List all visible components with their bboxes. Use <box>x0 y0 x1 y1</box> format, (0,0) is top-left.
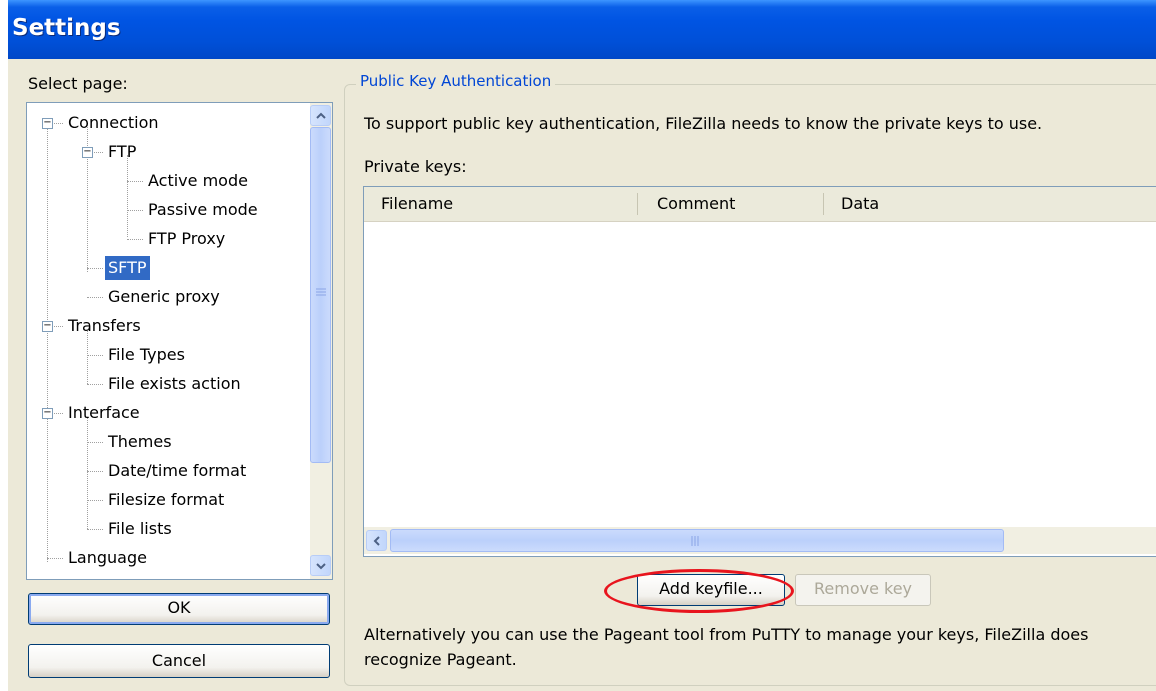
settings-window: Settings Select page: − − − − Connection… <box>8 0 1156 691</box>
tree-item-themes[interactable]: Themes <box>105 430 175 454</box>
private-keys-list[interactable]: Filename Comment Data <box>363 186 1156 557</box>
tree-vertical-scrollbar[interactable] <box>310 103 332 579</box>
list-header: Filename Comment Data <box>364 187 1156 222</box>
tree-item-file-types[interactable]: File Types <box>105 343 188 367</box>
tree-scroll-thumb[interactable] <box>310 127 331 463</box>
tree-item-file-exists-action[interactable]: File exists action <box>105 372 244 396</box>
scroll-left-icon[interactable] <box>366 530 387 551</box>
cancel-button[interactable]: Cancel <box>28 644 330 678</box>
remove-key-button: Remove key <box>795 574 931 606</box>
window-title: Settings <box>12 15 121 41</box>
tree-item-passive-mode[interactable]: Passive mode <box>145 198 261 222</box>
tree-item-file-lists[interactable]: File lists <box>105 517 175 541</box>
list-scroll-thumb[interactable] <box>390 529 1004 552</box>
scroll-up-icon[interactable] <box>310 105 331 126</box>
tree-item-ftp[interactable]: FTP <box>105 140 139 164</box>
connection-collapse-icon[interactable]: − <box>42 118 53 129</box>
tree-item-date-time-format[interactable]: Date/time format <box>105 459 249 483</box>
tree-item-language[interactable]: Language <box>65 546 150 570</box>
column-data[interactable]: Data <box>841 187 879 221</box>
group-title: Public Key Authentication <box>356 72 556 90</box>
private-keys-label: Private keys: <box>364 157 467 176</box>
tree-item-transfers[interactable]: Transfers <box>65 314 144 338</box>
ok-button[interactable]: OK <box>28 593 330 625</box>
title-bar[interactable]: Settings <box>8 0 1156 59</box>
tree-item-connection[interactable]: Connection <box>65 111 162 135</box>
interface-collapse-icon[interactable]: − <box>42 408 53 419</box>
transfers-collapse-icon[interactable]: − <box>42 321 53 332</box>
tree-item-sftp[interactable]: SFTP <box>105 256 150 280</box>
column-filename[interactable]: Filename <box>381 187 453 221</box>
pageant-note-line2: recognize Pageant. <box>364 650 517 669</box>
select-page-label: Select page: <box>28 74 128 93</box>
tree-item-filesize-format[interactable]: Filesize format <box>105 488 227 512</box>
highlight-ring <box>604 569 794 613</box>
tree-item-generic-proxy[interactable]: Generic proxy <box>105 285 223 309</box>
list-horizontal-scrollbar[interactable] <box>364 527 1156 554</box>
description-text: To support public key authentication, Fi… <box>364 114 1043 133</box>
tree-item-ftp-proxy[interactable]: FTP Proxy <box>145 227 228 251</box>
scroll-down-icon[interactable] <box>310 555 331 576</box>
tree-item-interface[interactable]: Interface <box>65 401 143 425</box>
pageant-note-line1: Alternatively you can use the Pageant to… <box>364 625 1089 644</box>
settings-tree: − − − − Connection FTP Active mode Passi… <box>26 102 333 580</box>
tree-item-active-mode[interactable]: Active mode <box>145 169 251 193</box>
column-comment[interactable]: Comment <box>657 187 735 221</box>
ftp-collapse-icon[interactable]: − <box>82 147 93 158</box>
